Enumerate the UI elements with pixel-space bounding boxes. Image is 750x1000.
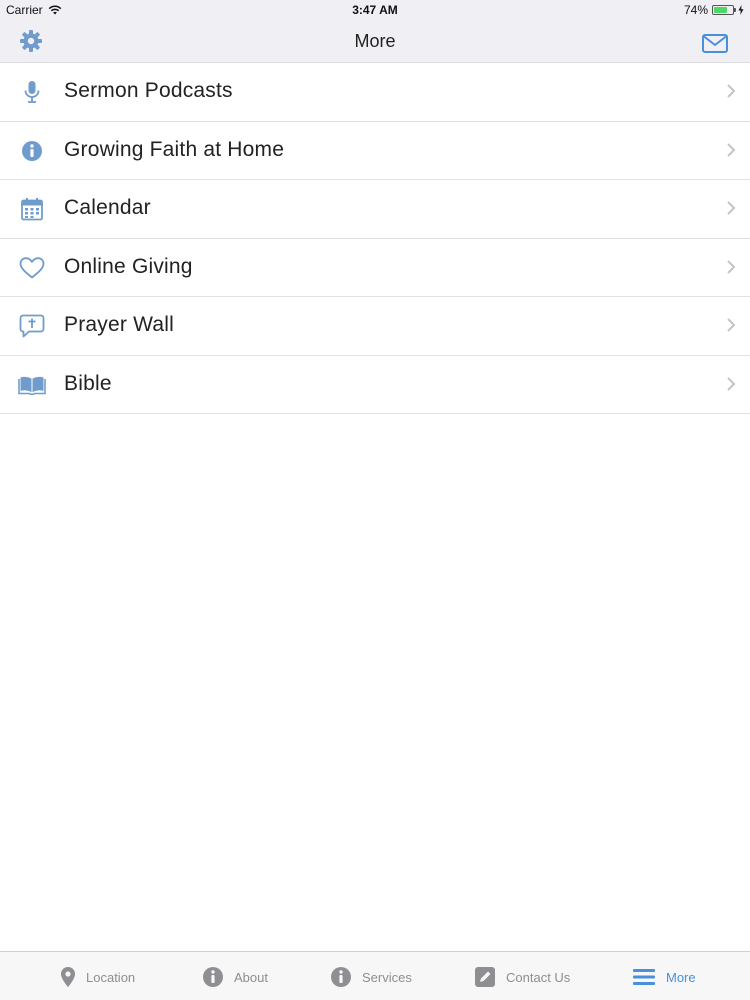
mail-icon[interactable] xyxy=(702,34,728,53)
tab-services[interactable]: Services xyxy=(330,965,412,989)
speech-bubble-cross-icon xyxy=(18,313,46,339)
chevron-right-icon xyxy=(727,84,736,98)
tab-label: Location xyxy=(86,969,136,985)
info-icon xyxy=(203,967,223,987)
tab-label: About xyxy=(234,969,268,985)
tab-label: Contact Us xyxy=(506,969,571,985)
open-book-icon xyxy=(18,372,46,398)
menu-item-sermon-podcasts[interactable]: Sermon Podcasts xyxy=(0,63,750,122)
microphone-icon xyxy=(18,79,46,105)
chevron-right-icon xyxy=(727,142,736,157)
tab-location[interactable]: Location xyxy=(60,965,135,989)
menu-item-prayer-wall[interactable]: Prayer Wall xyxy=(0,297,750,356)
chevron-right-icon xyxy=(727,259,736,274)
page-title: More xyxy=(354,31,396,51)
menu-lines-icon xyxy=(633,969,655,985)
tab-contact-us[interactable]: Contact Us xyxy=(474,965,570,989)
status-right: 74% xyxy=(684,3,744,17)
info-icon xyxy=(18,138,46,164)
charging-bolt-icon xyxy=(738,5,744,15)
battery-fill xyxy=(714,7,727,13)
menu-item-calendar[interactable]: Calendar xyxy=(0,180,750,239)
pencil-square-icon xyxy=(475,967,495,987)
menu-item-online-giving[interactable]: Online Giving xyxy=(0,238,750,297)
menu-item-label: Prayer Wall xyxy=(64,313,174,336)
tab-more[interactable]: More xyxy=(632,965,696,989)
map-pin-icon xyxy=(61,967,75,987)
tab-label: More xyxy=(666,969,696,985)
tab-bar: Location About Services Contact Us More xyxy=(0,951,750,1000)
menu-item-bible[interactable]: Bible xyxy=(0,355,750,414)
tab-about[interactable]: About xyxy=(202,965,268,989)
battery-tip xyxy=(734,8,736,12)
chevron-right-icon xyxy=(727,318,736,332)
chevron-right-icon xyxy=(727,376,736,391)
menu-item-label: Growing Faith at Home xyxy=(64,137,285,161)
navigation-bar: More xyxy=(0,20,750,63)
menu-item-label: Bible xyxy=(64,371,112,395)
status-time: 3:47 AM xyxy=(352,3,398,17)
tab-label: Services xyxy=(362,969,412,985)
status-bar: Carrier 3:47 AM 74% xyxy=(0,0,750,20)
menu-item-label: Calendar xyxy=(64,196,151,219)
battery-icon xyxy=(712,5,736,15)
more-menu-list: Sermon Podcasts Growing Faith at Home Ca… xyxy=(0,63,750,414)
menu-item-label: Sermon Podcasts xyxy=(64,79,233,102)
info-icon xyxy=(331,967,351,987)
menu-item-label: Online Giving xyxy=(64,254,193,278)
chevron-right-icon xyxy=(727,201,736,215)
battery-percent: 74% xyxy=(683,3,708,17)
menu-item-growing-faith-at-home[interactable]: Growing Faith at Home xyxy=(0,121,750,180)
calendar-icon xyxy=(18,196,46,222)
heart-icon xyxy=(18,255,46,281)
